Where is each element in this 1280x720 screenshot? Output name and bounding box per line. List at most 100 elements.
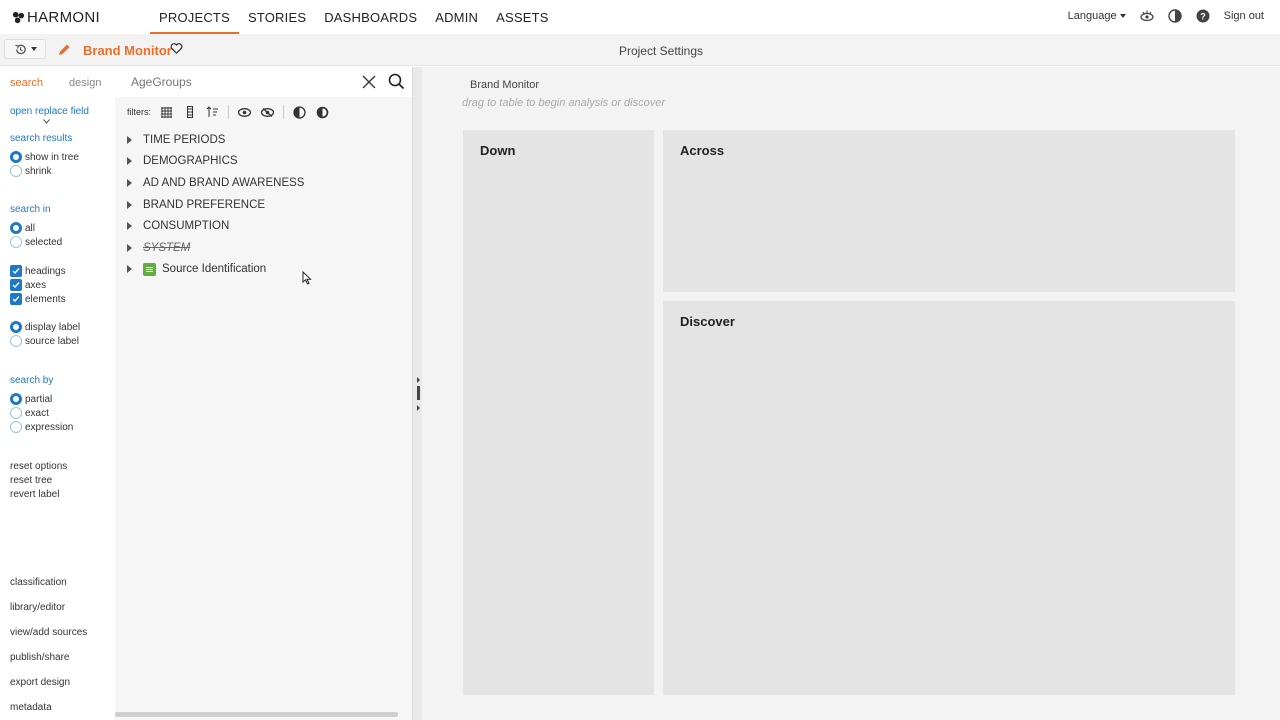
- open-replace-field-link[interactable]: open replace field: [10, 106, 89, 117]
- reset-options-link[interactable]: reset options: [10, 461, 67, 472]
- nav-assets[interactable]: ASSETS: [487, 0, 558, 34]
- analysis-workspace: Brand Monitor drag to table to begin ana…: [422, 67, 1280, 720]
- radio-label: source label: [25, 335, 79, 347]
- nav-dashboards[interactable]: DASHBOARDS: [315, 0, 426, 34]
- svg-text:?: ?: [1200, 12, 1206, 22]
- top-right-controls: Language ? Sign out: [1068, 9, 1264, 23]
- clear-search-button[interactable]: [362, 75, 376, 94]
- checkbox-axes[interactable]: axes: [10, 279, 46, 291]
- filter-visible-button[interactable]: [237, 105, 252, 119]
- radio-show-in-tree[interactable]: show in tree: [10, 151, 79, 163]
- tree-node[interactable]: TIME PERIODS: [127, 129, 304, 151]
- tree-node-system[interactable]: SYSTEM: [127, 237, 304, 259]
- radio-exact[interactable]: exact: [10, 407, 49, 419]
- tree-node[interactable]: BRAND PREFERENCE: [127, 194, 304, 216]
- radio-label: selected: [25, 236, 63, 248]
- radio-selected-icon: [10, 151, 22, 163]
- checkbox-headings[interactable]: headings: [10, 265, 66, 277]
- radio-label: expression: [25, 421, 74, 433]
- tree-node[interactable]: AD AND BRAND AWARENESS: [127, 172, 304, 194]
- workspace-hint: drag to table to begin analysis or disco…: [462, 97, 666, 109]
- discover-drop-zone[interactable]: Discover: [663, 301, 1235, 695]
- radio-unselected-icon: [10, 421, 22, 433]
- language-dropdown[interactable]: Language: [1068, 10, 1126, 22]
- across-label: Across: [680, 143, 725, 158]
- view-icon[interactable]: [1139, 9, 1154, 23]
- expand-arrow-icon[interactable]: [127, 243, 132, 252]
- filter-grid-button[interactable]: [159, 105, 174, 119]
- filter-hidden-button[interactable]: [260, 105, 275, 119]
- classification-link[interactable]: classification: [10, 577, 67, 588]
- expand-arrow-icon[interactable]: [127, 178, 132, 187]
- nav-stories[interactable]: STORIES: [239, 0, 315, 34]
- library-editor-link[interactable]: library/editor: [10, 602, 65, 613]
- radio-label: show in tree: [25, 151, 79, 163]
- nav-projects[interactable]: PROJECTS: [150, 0, 239, 34]
- checkbox-label: headings: [25, 265, 66, 277]
- tab-search[interactable]: search: [10, 77, 43, 89]
- panel-splitter[interactable]: [412, 67, 422, 720]
- radio-unselected-icon: [10, 165, 22, 177]
- checkbox-elements[interactable]: elements: [10, 293, 66, 305]
- expand-arrow-icon[interactable]: [127, 265, 132, 274]
- metadata-link[interactable]: metadata: [10, 702, 52, 713]
- top-navigation-bar: HARMONI PROJECTS STORIES DASHBOARDS ADMI…: [0, 0, 1280, 34]
- sort-icon: [206, 106, 219, 117]
- variable-tree: TIME PERIODS DEMOGRAPHICS AD AND BRAND A…: [127, 129, 304, 280]
- filter-contrast-button[interactable]: [292, 105, 307, 119]
- help-icon[interactable]: ?: [1196, 9, 1210, 23]
- sign-out-link[interactable]: Sign out: [1224, 10, 1264, 22]
- filter-sort-button[interactable]: [205, 105, 220, 119]
- search-button[interactable]: [388, 73, 405, 95]
- export-design-link[interactable]: export design: [10, 677, 70, 688]
- expand-arrow-icon[interactable]: [127, 222, 132, 231]
- tree-node[interactable]: CONSUMPTION: [127, 215, 304, 237]
- radio-label: exact: [25, 407, 49, 419]
- chevron-down-icon: [1119, 14, 1126, 18]
- tree-node-label: AD AND BRAND AWARENESS: [143, 176, 305, 189]
- harmoni-logo-icon: [12, 11, 25, 24]
- search-options-panel: search design open replace field search …: [0, 67, 115, 720]
- across-drop-zone[interactable]: Across: [663, 130, 1235, 292]
- project-subbar: Brand Monitor Project Settings: [0, 34, 1280, 66]
- down-drop-zone[interactable]: Down: [463, 130, 654, 695]
- publish-share-link[interactable]: publish/share: [10, 652, 69, 663]
- filters-label: filters:: [127, 107, 152, 117]
- view-add-sources-link[interactable]: view/add sources: [10, 627, 87, 638]
- variable-tree-panel: filters: TIME PERIODS DEMOGRAPHICS AD AN…: [115, 67, 412, 720]
- radio-partial[interactable]: partial: [10, 393, 52, 405]
- tree-node-source[interactable]: Source Identification: [127, 259, 304, 281]
- nav-admin[interactable]: ADMIN: [426, 0, 487, 34]
- tree-node[interactable]: DEMOGRAPHICS: [127, 151, 304, 173]
- tree-node-label: BRAND PREFERENCE: [143, 198, 266, 211]
- radio-source-label[interactable]: source label: [10, 335, 79, 347]
- radio-label: all: [25, 222, 36, 234]
- horizontal-scrollbar[interactable]: [115, 712, 398, 717]
- tab-design[interactable]: design: [69, 77, 101, 89]
- radio-expression[interactable]: expression: [10, 421, 73, 433]
- expand-arrow-icon[interactable]: [127, 135, 132, 144]
- invert-icon: [316, 106, 329, 118]
- checkbox-label: axes: [25, 279, 47, 291]
- radio-selected[interactable]: selected: [10, 236, 62, 248]
- down-label: Down: [480, 143, 516, 158]
- filter-invert-button[interactable]: [315, 105, 330, 119]
- contrast-icon: [293, 105, 306, 119]
- radio-all[interactable]: all: [10, 222, 35, 234]
- expand-arrow-icon[interactable]: [127, 200, 132, 209]
- reset-tree-link[interactable]: reset tree: [10, 475, 52, 486]
- search-by-heading: search by: [10, 375, 54, 386]
- page-title: Project Settings: [618, 44, 704, 58]
- workspace-title: Brand Monitor: [470, 79, 540, 91]
- radio-shrink[interactable]: shrink: [10, 165, 52, 177]
- contrast-icon[interactable]: [1167, 9, 1182, 23]
- revert-label-link[interactable]: revert label: [10, 489, 59, 500]
- brand-logo[interactable]: HARMONI: [12, 9, 100, 26]
- expand-arrow-icon[interactable]: [127, 157, 132, 166]
- filter-column-button[interactable]: [182, 105, 197, 119]
- chevron-down-icon: [43, 119, 50, 124]
- tree-search-input[interactable]: [131, 75, 331, 89]
- radio-display-label[interactable]: display label: [10, 321, 80, 333]
- grid-icon: [161, 106, 173, 118]
- mouse-pointer-icon: [302, 271, 312, 285]
